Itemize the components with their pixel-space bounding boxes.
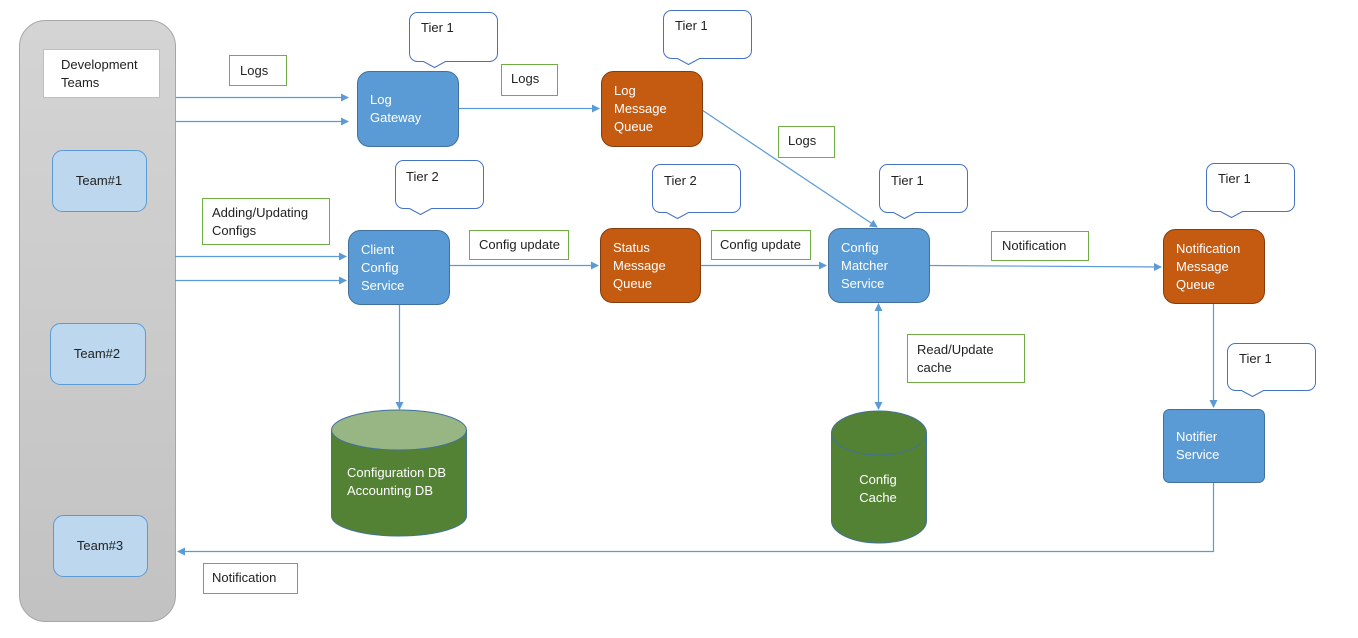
team-label: Team#2: [74, 346, 120, 361]
team-3[interactable]: Team#3: [53, 515, 148, 577]
tier-callout-notifier: Tier 1: [1227, 343, 1316, 398]
label-text: Logs: [511, 71, 540, 86]
notification-message-queue-node[interactable]: Notification Message Queue: [1163, 229, 1265, 304]
tier-text: Tier 2: [406, 169, 439, 184]
label-text: Config update: [720, 237, 801, 252]
notifier-service-node[interactable]: Notifier Service: [1163, 409, 1265, 483]
node-text: Log: [370, 92, 392, 107]
label-text: Configs: [212, 223, 257, 238]
node-text: Queue: [613, 276, 652, 291]
db-text: Configuration DB: [347, 465, 446, 480]
node-text: Queue: [1176, 277, 1215, 292]
label-text: cache: [917, 360, 952, 375]
label-text: Config update: [479, 237, 560, 252]
label-text: Adding/Updating: [212, 205, 308, 220]
tier-callout-config-matcher: Tier 1: [879, 164, 968, 220]
team-label: Team#1: [76, 173, 122, 188]
node-text: Message: [613, 258, 666, 273]
label-text: Notification: [1002, 238, 1066, 253]
teams-header-line2: Teams: [61, 75, 100, 90]
log-gateway-node[interactable]: Log Gateway: [357, 71, 459, 147]
node-text: Service: [841, 276, 884, 291]
node-text: Client: [361, 242, 395, 257]
node-text: Service: [1176, 447, 1219, 462]
node-text: Matcher: [841, 258, 889, 273]
label-config-update-2: Config update: [711, 230, 811, 260]
architecture-diagram: Development Teams Team#1 Team#2 Team#3 L…: [19, 10, 1316, 622]
node-text: Queue: [614, 119, 653, 134]
node-text: Message: [614, 101, 667, 116]
tier-text: Tier 1: [1218, 171, 1251, 186]
label-text: Logs: [240, 63, 269, 78]
label-text: Logs: [788, 133, 817, 148]
arrow-matcher-to-notifmq: [928, 262, 1162, 271]
config-cache-cylinder[interactable]: Config Cache: [831, 410, 927, 544]
tier-callout-log-gateway: Tier 1: [409, 12, 498, 69]
label-logs-in: Logs: [229, 55, 287, 86]
tier-text: Tier 1: [891, 173, 924, 188]
tier-callout-notification-mq: Tier 1: [1206, 163, 1295, 219]
node-text: Notifier: [1176, 429, 1218, 444]
development-teams-panel: Development Teams Team#1 Team#2 Team#3: [19, 20, 176, 622]
node-text: Config: [361, 260, 399, 275]
tier-text: Tier 1: [1239, 351, 1272, 366]
label-text: Read/Update: [917, 342, 994, 357]
node-text: Gateway: [370, 110, 422, 125]
tier-callout-status-mq: Tier 2: [652, 164, 741, 220]
label-notification-1: Notification: [991, 231, 1089, 261]
team-2[interactable]: Team#2: [50, 323, 146, 385]
label-logs-mq-matcher: Logs: [778, 126, 835, 158]
configuration-db-cylinder[interactable]: Configuration DB Accounting DB: [331, 409, 467, 537]
client-config-service-node[interactable]: Client Config Service: [348, 230, 450, 305]
node-text: Config: [841, 240, 879, 255]
node-text: Notification: [1176, 241, 1240, 256]
node-text: Log: [614, 83, 636, 98]
team-label: Team#3: [77, 538, 123, 553]
tier-callout-client-config: Tier 2: [395, 160, 484, 216]
node-text: Message: [1176, 259, 1229, 274]
label-logs-gateway-mq: Logs: [501, 64, 558, 96]
label-read-update-cache: Read/Update cache: [907, 334, 1025, 383]
tier-text: Tier 1: [421, 20, 454, 35]
status-message-queue-node[interactable]: Status Message Queue: [600, 228, 701, 303]
config-matcher-service-node[interactable]: Config Matcher Service: [828, 228, 930, 303]
label-text: Notification: [212, 570, 276, 585]
label-configs-in: Adding/Updating Configs: [202, 198, 330, 245]
db-text: Cache: [859, 490, 897, 505]
tier-callout-log-mq: Tier 1: [663, 10, 752, 66]
db-text: Config: [859, 472, 897, 487]
node-text: Status: [613, 240, 650, 255]
db-text: Accounting DB: [347, 483, 433, 498]
teams-header: Development: [61, 57, 138, 72]
tier-text: Tier 2: [664, 173, 697, 188]
label-notification-back: Notification: [203, 563, 298, 594]
log-message-queue-node[interactable]: Log Message Queue: [601, 71, 703, 147]
node-text: Service: [361, 278, 404, 293]
label-config-update-1: Config update: [469, 230, 569, 260]
team-1[interactable]: Team#1: [52, 150, 147, 212]
tier-text: Tier 1: [675, 18, 708, 33]
